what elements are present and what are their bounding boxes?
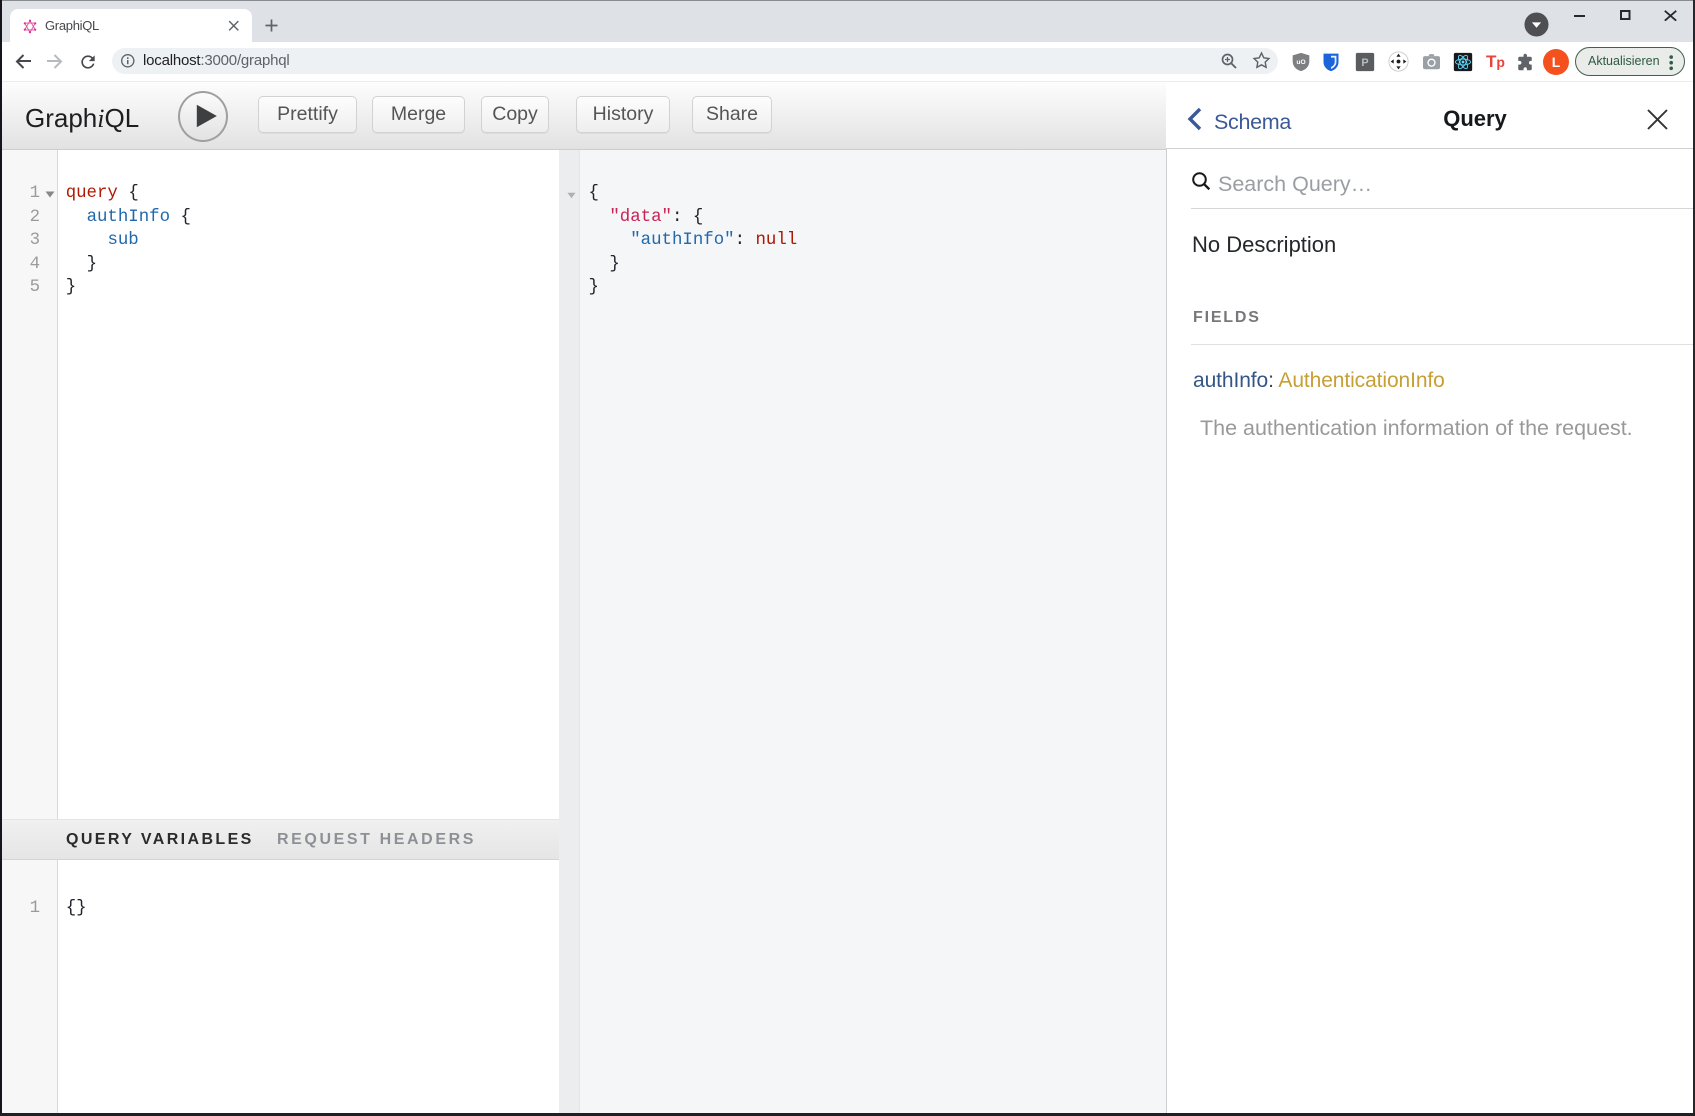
svg-text:P: P [1361,57,1368,69]
svg-text:uO: uO [1296,59,1305,66]
